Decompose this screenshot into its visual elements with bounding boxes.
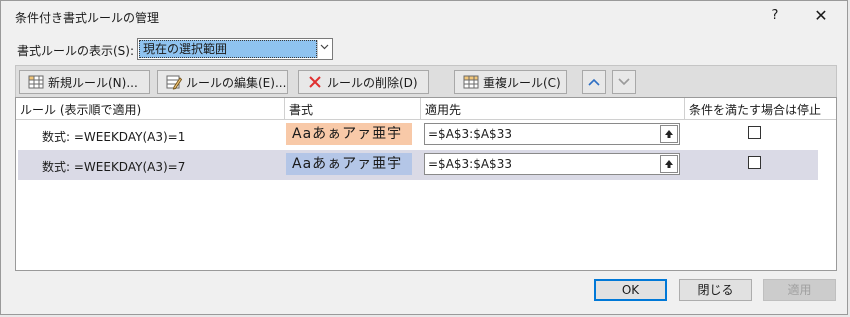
delete-x-icon — [307, 74, 323, 90]
column-header-stop-if-true: 条件を満たす場合は停止 — [689, 103, 822, 117]
collapse-arrow-icon — [665, 160, 673, 168]
scope-select[interactable]: 現在の選択範囲 — [137, 38, 333, 60]
duplicate-rule-label: 重複ルール(C) — [483, 75, 561, 90]
applies-to-value: =$A$3:$A$33 — [428, 157, 512, 171]
conditional-formatting-dialog: 条件付き書式ルールの管理 ? ✕ 書式ルールの表示(S): 現在の選択範囲 新規… — [0, 0, 848, 315]
scope-label: 書式ルールの表示(S): — [17, 44, 135, 58]
column-divider[interactable] — [684, 98, 685, 120]
column-header-applies-to: 適用先 — [425, 103, 462, 117]
apply-button[interactable]: 適用 — [763, 279, 836, 301]
chevron-down-icon[interactable] — [317, 40, 331, 58]
grid-header: ルール (表示順で適用) 書式 適用先 条件を満たす場合は停止 — [16, 98, 836, 120]
dialog-title: 条件付き書式ルールの管理 — [15, 11, 160, 25]
stop-if-true-checkbox[interactable] — [748, 126, 761, 139]
rules-grid: ルール (表示順で適用) 書式 適用先 条件を満たす場合は停止 数式: =WEE… — [15, 97, 837, 271]
rule-row[interactable]: 数式: =WEEKDAY(A3)=1 Aaあぁアァ亜宇 =$A$3:$A$33 — [18, 120, 818, 150]
chevron-up-icon — [588, 78, 600, 86]
edit-rule-icon — [166, 74, 183, 90]
help-button[interactable]: ? — [761, 5, 789, 27]
scope-selected-value: 現在の選択範囲 — [139, 40, 317, 58]
column-divider[interactable] — [420, 98, 421, 120]
edit-rule-button[interactable]: ルールの編集(E)... — [157, 70, 288, 94]
range-collapse-button[interactable] — [660, 125, 678, 143]
duplicate-rule-button[interactable]: 重複ルール(C) — [454, 70, 567, 94]
close-icon[interactable]: ✕ — [807, 5, 835, 27]
format-preview: Aaあぁアァ亜宇 — [286, 153, 412, 175]
new-rule-icon — [28, 74, 44, 90]
applies-to-field[interactable]: =$A$3:$A$33 — [424, 153, 680, 175]
rule-formula: 数式: =WEEKDAY(A3)=7 — [42, 160, 186, 174]
chevron-down-icon — [618, 78, 630, 86]
move-down-button[interactable] — [612, 70, 636, 94]
delete-rule-label: ルールの削除(D) — [327, 75, 418, 90]
title-bar: 条件付き書式ルールの管理 ? ✕ — [1, 1, 847, 33]
new-rule-button[interactable]: 新規ルール(N)... — [19, 70, 150, 94]
ok-button[interactable]: OK — [594, 279, 667, 301]
column-header-format: 書式 — [289, 103, 314, 117]
rules-toolbar: 新規ルール(N)... ルールの編集(E)... ルールの削除(D) 重複ルール… — [15, 65, 837, 99]
edit-rule-label: ルールの編集(E)... — [186, 75, 287, 90]
applies-to-value: =$A$3:$A$33 — [428, 127, 512, 141]
duplicate-rule-icon — [463, 74, 479, 90]
stop-if-true-checkbox[interactable] — [748, 156, 761, 169]
range-collapse-button[interactable] — [660, 155, 678, 173]
collapse-arrow-icon — [665, 130, 673, 138]
applies-to-field[interactable]: =$A$3:$A$33 — [424, 123, 680, 145]
column-divider[interactable] — [284, 98, 285, 120]
delete-rule-button[interactable]: ルールの削除(D) — [298, 70, 429, 94]
rule-row[interactable]: 数式: =WEEKDAY(A3)=7 Aaあぁアァ亜宇 =$A$3:$A$33 — [18, 150, 818, 180]
new-rule-label: 新規ルール(N)... — [48, 75, 138, 90]
move-up-button[interactable] — [582, 70, 606, 94]
rule-formula: 数式: =WEEKDAY(A3)=1 — [42, 130, 186, 144]
column-header-rule: ルール (表示順で適用) — [20, 103, 142, 117]
close-button[interactable]: 閉じる — [679, 279, 752, 301]
format-preview: Aaあぁアァ亜宇 — [286, 123, 412, 145]
